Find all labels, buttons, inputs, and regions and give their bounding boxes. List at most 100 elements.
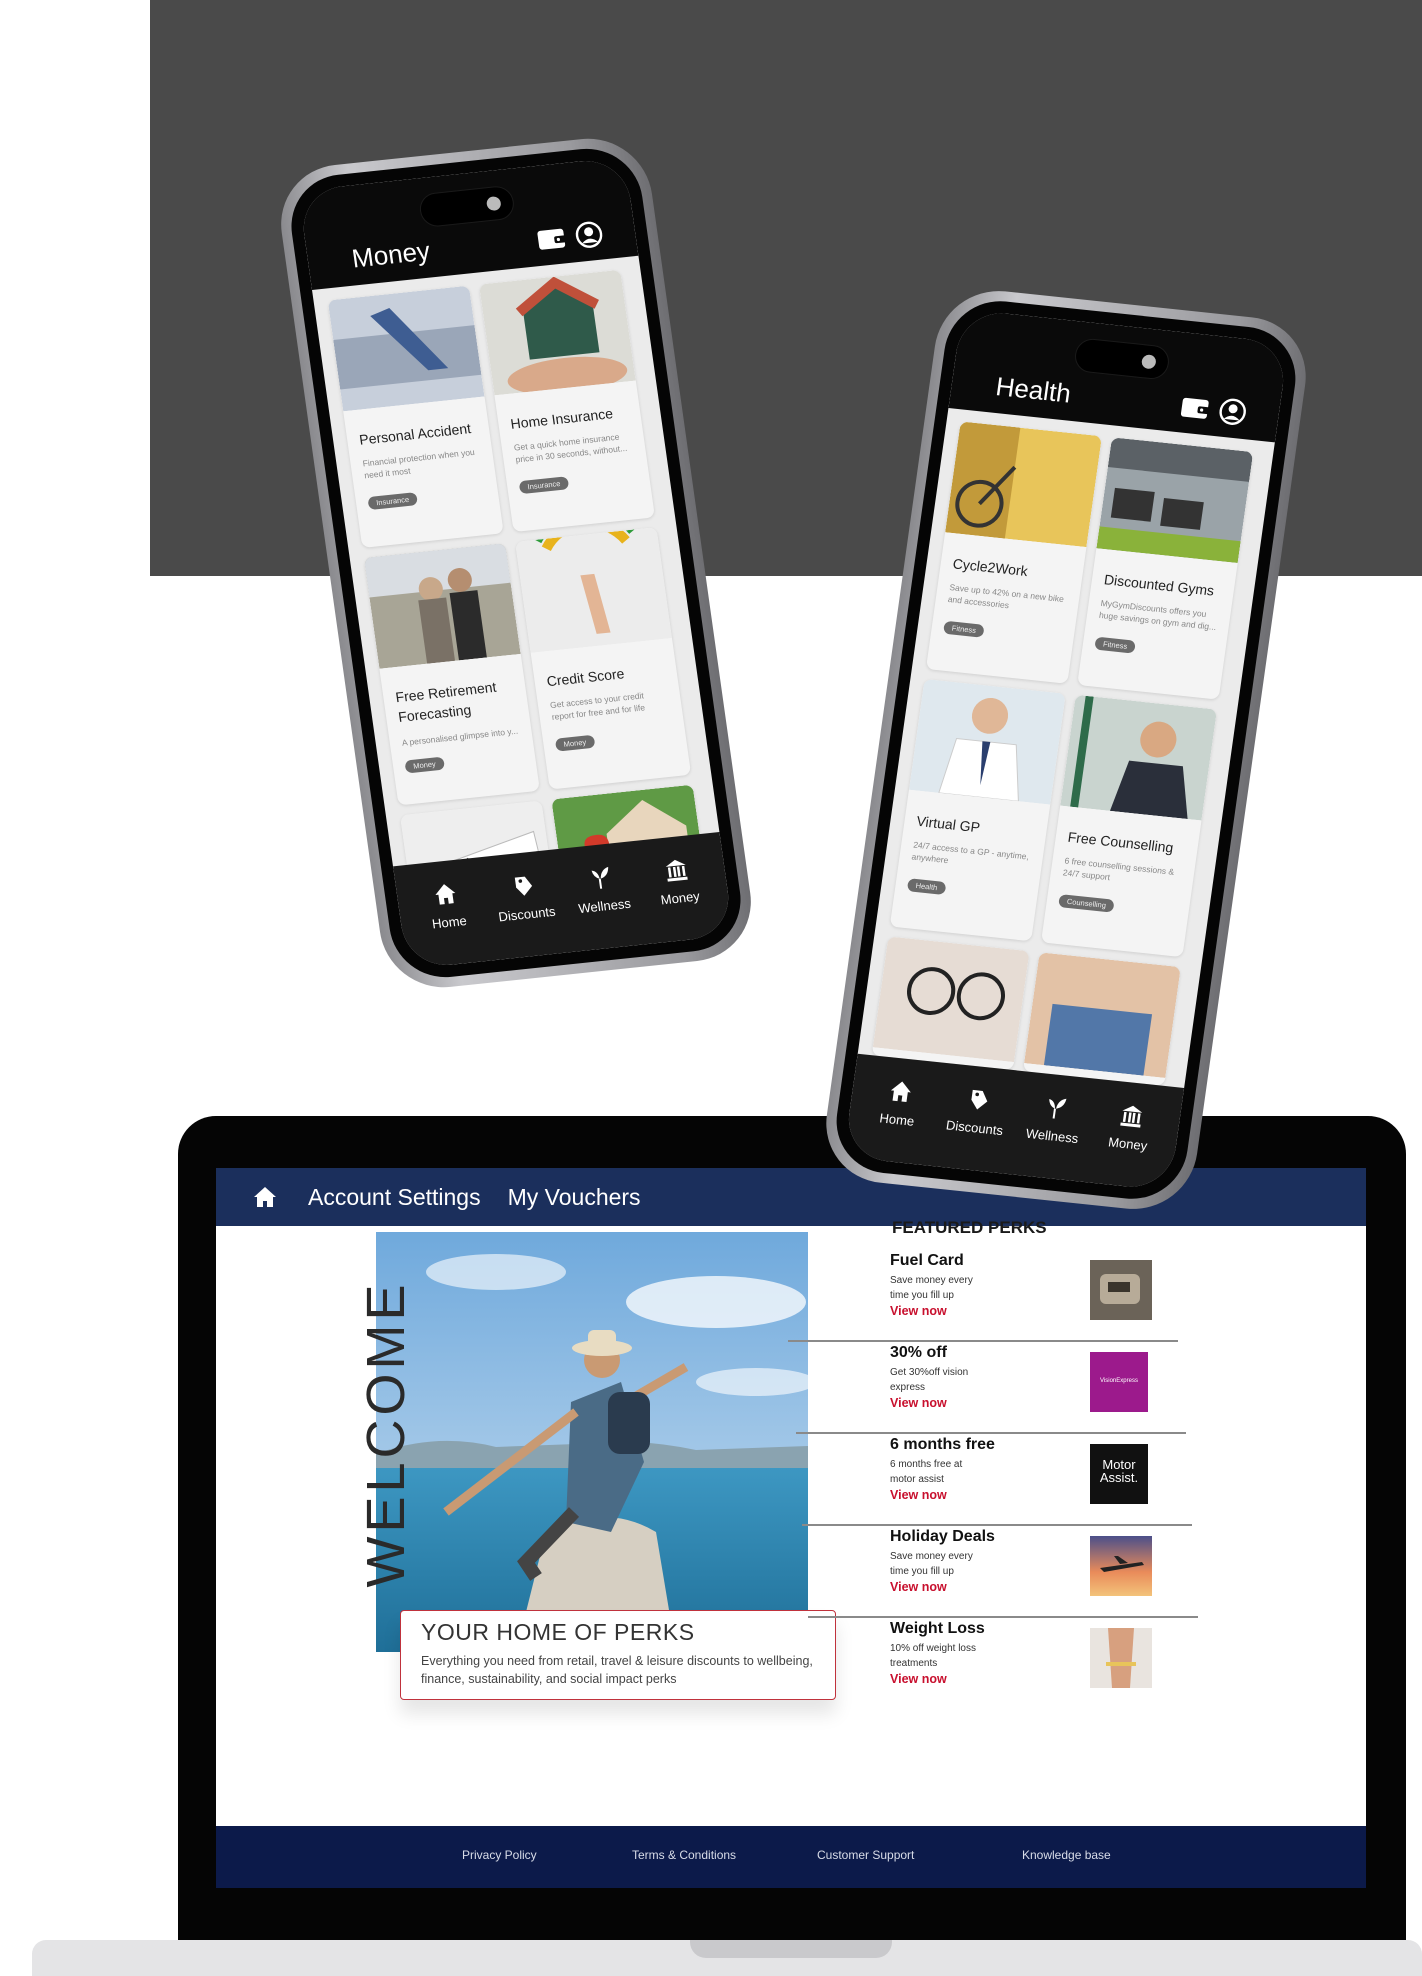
card-tag: Fitness xyxy=(1094,636,1137,654)
perk-item[interactable]: Fuel Card Save money every time you fill… xyxy=(890,1252,1180,1342)
tab-discounts[interactable]: Discounts xyxy=(934,1082,1020,1139)
tab-home[interactable]: Home xyxy=(404,877,490,934)
caption-subtitle: Everything you need from retail, travel … xyxy=(421,1654,813,1686)
dynamic-island xyxy=(417,184,517,229)
account-icon[interactable] xyxy=(1217,396,1249,427)
card-desc: Get access to your credit report for fre… xyxy=(549,690,646,722)
perk-card[interactable] xyxy=(1022,952,1181,1086)
weight-loss-thumbnail xyxy=(1090,1628,1152,1688)
tab-label: Money xyxy=(659,888,701,908)
card-image xyxy=(1060,694,1218,821)
tab-label: Wellness xyxy=(1024,1125,1080,1147)
card-tag: Counselling xyxy=(1058,894,1115,913)
card-title: Cycle2Work xyxy=(951,555,1029,580)
perk-card[interactable]: Discounted Gyms MyGymDiscounts offers yo… xyxy=(1077,437,1254,700)
wallet-icon[interactable] xyxy=(536,225,569,252)
laptop: Account Settings My Vouchers WELCOME YOU… xyxy=(178,1116,1406,1946)
perk-desc: 6 months free at motor assist xyxy=(890,1459,963,1485)
card-desc: 24/7 access to a GP - anytime, anywhere xyxy=(910,839,1030,866)
card-image xyxy=(327,285,485,412)
footer-terms-link[interactable]: Terms & Conditions xyxy=(632,1848,736,1862)
leaf-icon xyxy=(1049,1098,1067,1119)
card-image xyxy=(1024,952,1181,1078)
perk-card[interactable]: Free Counselling 6 free counselling sess… xyxy=(1040,694,1218,958)
card-tag: Health xyxy=(906,878,947,895)
card-title: Personal Accident xyxy=(358,420,472,448)
tab-discounts[interactable]: Discounts xyxy=(481,869,567,926)
perk-item[interactable]: Weight Loss 10% off weight loss treatmen… xyxy=(890,1620,1180,1710)
tab-label: Discounts xyxy=(945,1117,1004,1139)
caption-title: YOUR HOME OF PERKS xyxy=(421,1619,695,1645)
card-desc: MyGymDiscounts offers you huge savings o… xyxy=(1098,597,1217,633)
tag-icon xyxy=(971,1089,988,1110)
perk-desc: Save money every time you fill up xyxy=(890,1275,973,1301)
tab-home[interactable]: Home xyxy=(856,1074,942,1131)
card-tag: Money xyxy=(554,734,595,752)
app-title: Health xyxy=(993,371,1073,409)
tab-wellness[interactable]: Wellness xyxy=(1011,1091,1097,1148)
fuel-card-thumbnail xyxy=(1090,1260,1152,1320)
hero-image xyxy=(376,1232,808,1652)
tab-label: Home xyxy=(878,1110,916,1129)
card-desc: Financial protection when you need it mo… xyxy=(361,446,476,481)
hero-caption: YOUR HOME OF PERKS Everything you need f… xyxy=(400,1610,836,1700)
site-footer: Privacy Policy Terms & Conditions Custom… xyxy=(216,1826,1366,1888)
account-icon[interactable] xyxy=(573,219,605,250)
showcase: Account Settings My Vouchers WELCOME YOU… xyxy=(0,0,1422,1976)
card-desc: Get a quick home insurance price in 30 s… xyxy=(513,431,628,465)
card-tag: Insurance xyxy=(367,492,418,511)
wallet-icon[interactable] xyxy=(1179,394,1212,421)
nav-my-vouchers[interactable]: My Vouchers xyxy=(508,1184,641,1211)
footer-knowledge-link[interactable]: Knowledge base xyxy=(1022,1848,1111,1862)
perk-card[interactable]: Virtual GP 24/7 access to a GP - anytime… xyxy=(889,678,1066,942)
perk-desc: Get 30%off vision express xyxy=(890,1367,969,1393)
app-title: Money xyxy=(349,235,432,274)
card-title: Virtual GP xyxy=(915,812,982,836)
tab-money[interactable]: Money xyxy=(1087,1099,1173,1156)
tab-money[interactable]: Money xyxy=(635,853,721,910)
card-image xyxy=(515,527,672,653)
welcome-heading-wrap: WELCOME xyxy=(356,1234,416,1634)
featured-perks-heading: FEATURED PERKS xyxy=(892,1218,1047,1237)
perk-card[interactable]: Free Retirement Forecasting A personalis… xyxy=(363,543,540,806)
tag-icon xyxy=(514,876,533,896)
card-title: Home Insurance xyxy=(509,405,614,432)
perk-item[interactable]: 30% off Get 30%off vision express View n… xyxy=(890,1344,1180,1434)
tab-label: Money xyxy=(1107,1134,1149,1154)
tab-label: Discounts xyxy=(497,903,557,925)
card-tag: Fitness xyxy=(943,620,985,638)
footer-privacy-link[interactable]: Privacy Policy xyxy=(462,1848,537,1862)
leaf-icon xyxy=(591,866,609,889)
tab-wellness[interactable]: Wellness xyxy=(559,861,645,918)
card-desc: 6 free counselling sessions & 24/7 suppo… xyxy=(1062,855,1175,883)
perk-item[interactable]: Holiday Deals Save money every time you … xyxy=(890,1528,1180,1618)
card-title: Credit Score xyxy=(545,665,626,690)
perk-desc: Save money every time you fill up xyxy=(890,1551,973,1577)
card-image xyxy=(945,421,1103,548)
dynamic-island xyxy=(1072,337,1172,381)
card-tag: Insurance xyxy=(518,476,570,495)
perk-card[interactable]: Credit Score Get access to your credit r… xyxy=(515,527,692,790)
perk-item[interactable]: 6 months free 6 months free at motor ass… xyxy=(890,1436,1180,1526)
footer-support-link[interactable]: Customer Support xyxy=(817,1848,914,1862)
card-image xyxy=(872,936,1030,1063)
home-icon[interactable] xyxy=(252,1185,278,1209)
nav-account-settings[interactable]: Account Settings xyxy=(308,1184,481,1211)
perk-card[interactable]: Home Insurance Get a quick home insuranc… xyxy=(478,269,655,533)
card-image xyxy=(478,269,636,396)
laptop-hinge-notch xyxy=(690,1940,892,1958)
tab-label: Home xyxy=(431,912,468,932)
home-icon xyxy=(890,1081,911,1103)
perk-divider xyxy=(788,1340,1178,1342)
card-image xyxy=(1096,437,1254,564)
laptop-screen: Account Settings My Vouchers WELCOME YOU… xyxy=(216,1168,1366,1888)
tab-label: Wellness xyxy=(577,895,632,917)
perk-card[interactable]: Personal Accident Financial protection w… xyxy=(327,285,504,548)
card-desc: Save up to 42% on a new bike and accesso… xyxy=(947,582,1065,611)
card-tag: Money xyxy=(404,756,445,774)
card-title: Free Retirement Forecasting xyxy=(394,678,498,725)
card-title: Free Counselling xyxy=(1066,828,1175,856)
perk-card[interactable]: Cycle2Work Save up to 42% on a new bike … xyxy=(925,421,1103,684)
perk-card[interactable] xyxy=(871,936,1030,1071)
welcome-heading: WELCOME xyxy=(356,1280,416,1588)
